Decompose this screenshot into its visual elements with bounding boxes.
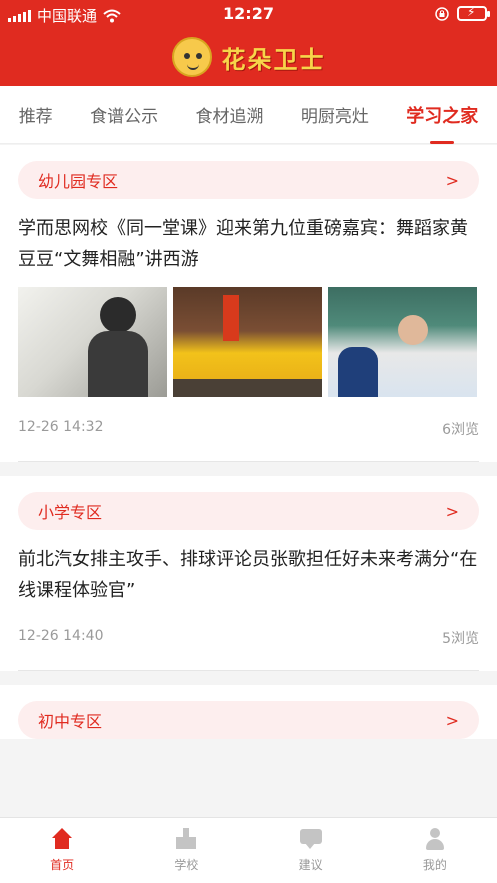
home-icon [50,828,74,850]
category-tabs: 推荐 食谱公示 食材追溯 明厨亮灶 学习之家 [0,86,497,144]
article-feed[interactable]: 幼儿园专区 > 学而思网校《同一堂课》迎来第九位重磅嘉宾：舞蹈家黄豆豆“文舞相融… [0,145,497,817]
tab-ingredient-trace[interactable]: 食材追溯 [193,96,265,133]
article-title[interactable]: 前北汽女排主攻手、排球评论员张歌担任好未来考满分“在线课程体验官” [18,544,479,606]
article-date: 12-26 14:32 [18,419,104,435]
tab-open-kitchen[interactable]: 明厨亮灶 [299,96,371,133]
nav-label: 首页 [50,858,75,872]
tab-study-home[interactable]: 学习之家 [404,96,480,144]
article-card: 小学专区 > 前北汽女排主攻手、排球评论员张歌担任好未来考满分“在线课程体验官”… [0,476,497,671]
zone-banner-junior-high[interactable]: 初中专区 > [18,701,479,739]
nav-mine[interactable]: 我的 [373,818,497,883]
article-thumbnail-image[interactable] [173,287,322,397]
app-header: 花朵卫士 [0,28,497,86]
chevron-right-icon: > [445,170,459,190]
zone-banner-primary[interactable]: 小学专区 > [18,492,479,530]
article-views: 6浏览 [442,422,479,438]
tab-recommend[interactable]: 推荐 [17,96,55,133]
orientation-lock-icon [435,6,449,21]
nav-label: 我的 [422,858,447,872]
nav-suggestion[interactable]: 建议 [249,818,373,883]
status-time: 12:27 [223,4,274,23]
mascot-logo-icon [171,37,212,77]
article-thumbnail-image[interactable] [18,287,167,397]
article-card: 幼儿园专区 > 学而思网校《同一堂课》迎来第九位重磅嘉宾：舞蹈家黄豆豆“文舞相融… [0,145,497,462]
article-title[interactable]: 学而思网校《同一堂课》迎来第九位重磅嘉宾：舞蹈家黄豆豆“文舞相融”讲西游 [18,213,479,275]
chevron-right-icon: > [445,710,459,730]
article-card: 初中专区 > [0,685,497,739]
school-icon [174,828,198,850]
nav-label: 学校 [174,858,199,872]
status-right: ⚡ [435,5,490,21]
chat-icon [299,828,323,850]
article-thumbnail-image[interactable] [328,287,477,397]
zone-label: 幼儿园专区 [38,172,119,191]
article-meta: 12-26 14:32 6浏览 [18,397,479,462]
battery-charging-icon: ⚡ [457,5,490,21]
article-date: 12-26 14:40 [18,628,104,644]
nav-label: 建议 [298,858,323,872]
zone-banner-kindergarten[interactable]: 幼儿园专区 > [18,161,479,199]
nav-home[interactable]: 首页 [0,818,124,883]
user-icon [423,828,447,850]
chevron-right-icon: > [445,501,459,521]
article-thumbnails [18,287,479,397]
nav-school[interactable]: 学校 [124,818,248,883]
article-views: 5浏览 [442,631,479,647]
zone-label: 初中专区 [38,712,103,731]
app-title: 花朵卫士 [221,45,326,74]
bottom-nav: 首页 学校 建议 我的 [0,817,497,883]
status-bar: 中国联通 12:27 ⚡ [0,0,497,28]
zone-label: 小学专区 [38,503,103,522]
tab-recipe-public[interactable]: 食谱公示 [88,96,160,133]
article-meta: 12-26 14:40 5浏览 [18,606,479,671]
